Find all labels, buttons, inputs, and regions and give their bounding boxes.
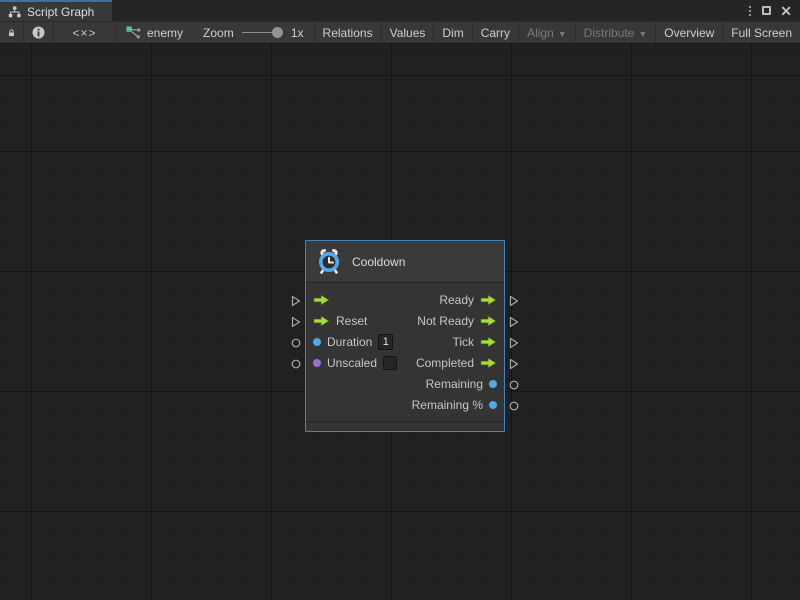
values-button[interactable]: Values [381, 22, 434, 43]
carry-button[interactable]: Carry [472, 22, 518, 43]
flow-output-not-ready[interactable]: Not Ready [417, 314, 497, 328]
align-button[interactable]: Align ▼ [518, 22, 575, 43]
window-menu-icon[interactable] [747, 4, 753, 18]
value-output-port[interactable] [508, 374, 520, 395]
values-label: Values [390, 26, 426, 40]
value-output-port[interactable] [508, 395, 520, 416]
flow-output-port[interactable] [508, 353, 520, 374]
value-port-dot [313, 338, 321, 346]
code-preview-button[interactable]: <×> [54, 22, 116, 43]
flow-input-port[interactable] [290, 311, 302, 332]
zoom-level: 1x [291, 26, 304, 40]
graph-hierarchy-icon [8, 6, 21, 18]
info-icon [32, 26, 45, 39]
port-label: Duration [327, 335, 372, 349]
port-label: Tick [452, 335, 474, 349]
port-row: Remaining [306, 373, 504, 394]
unscaled-checkbox[interactable] [383, 356, 397, 370]
graph-node-icon [126, 26, 141, 39]
port-row: Remaining % [306, 394, 504, 415]
port-label: Unscaled [327, 356, 377, 370]
dim-button[interactable]: Dim [433, 22, 471, 43]
window-controls: ✕ [747, 0, 800, 21]
value-input-port[interactable] [290, 353, 302, 374]
flow-output-ready[interactable]: Ready [439, 293, 497, 307]
chevron-down-icon: ▼ [638, 29, 647, 39]
lock-icon [8, 27, 15, 39]
zoom-slider[interactable] [242, 27, 283, 38]
port-label: Remaining [426, 377, 483, 391]
flow-output-port[interactable] [508, 311, 520, 332]
port-label: Remaining % [412, 398, 483, 412]
node-title: Cooldown [352, 255, 405, 269]
value-input-unscaled[interactable]: Unscaled [313, 356, 397, 370]
flow-input-invoke[interactable] [313, 294, 330, 306]
flow-arrow-icon [480, 336, 497, 348]
port-row: Unscaled Completed [306, 352, 504, 373]
graph-toolbar: <×> enemy Zoom 1x Relations Values Dim C… [0, 21, 800, 44]
flow-arrow-icon [480, 294, 497, 306]
relations-button[interactable]: Relations [314, 22, 381, 43]
full-screen-button[interactable]: Full Screen [722, 22, 800, 43]
port-row: Reset Not Ready [306, 310, 504, 331]
graph-canvas[interactable]: Cooldown Ready Reset [0, 44, 800, 600]
breadcrumb-root-enemy[interactable]: enemy [116, 22, 193, 43]
dim-label: Dim [442, 26, 463, 40]
script-graph-window: Script Graph ✕ <×> [0, 0, 800, 600]
flow-output-port[interactable] [508, 332, 520, 353]
value-port-dot [313, 359, 321, 367]
breadcrumb-label: enemy [147, 26, 183, 40]
flow-arrow-icon [313, 315, 330, 327]
value-port-dot [489, 401, 497, 409]
distribute-button[interactable]: Distribute ▼ [575, 22, 656, 43]
align-label: Align [527, 26, 554, 40]
port-label: Reset [336, 314, 367, 328]
node-footer [306, 421, 504, 431]
overview-button[interactable]: Overview [655, 22, 722, 43]
info-button[interactable] [24, 22, 54, 43]
value-input-port[interactable] [290, 332, 302, 353]
maximize-icon[interactable] [762, 6, 771, 15]
overview-label: Overview [664, 26, 714, 40]
value-input-duration[interactable]: Duration 1 [313, 334, 393, 350]
duration-value-field[interactable]: 1 [378, 334, 393, 350]
lock-button[interactable] [0, 22, 24, 43]
flow-arrow-icon [313, 294, 330, 306]
relations-label: Relations [323, 26, 373, 40]
value-output-remaining[interactable]: Remaining [426, 377, 497, 391]
value-output-remaining-pct[interactable]: Remaining % [412, 398, 497, 412]
port-label: Completed [416, 356, 474, 370]
external-input-ports [290, 290, 302, 374]
distribute-label: Distribute [584, 26, 635, 40]
close-icon[interactable]: ✕ [780, 4, 792, 18]
port-row: Duration 1 Tick [306, 331, 504, 352]
code-preview-label: <×> [72, 26, 96, 40]
flow-arrow-icon [480, 315, 497, 327]
tab-script-graph[interactable]: Script Graph [0, 0, 112, 21]
port-row: Ready [306, 289, 504, 310]
zoom-control: Zoom 1x [193, 22, 314, 43]
flow-input-port[interactable] [290, 290, 302, 311]
alarm-clock-icon [316, 249, 342, 275]
flow-arrow-icon [480, 357, 497, 369]
chevron-down-icon: ▼ [558, 29, 567, 39]
node-body: Ready Reset Not Ready [306, 283, 504, 421]
flow-input-reset[interactable]: Reset [313, 314, 367, 328]
flow-output-completed[interactable]: Completed [416, 356, 497, 370]
full-screen-label: Full Screen [731, 26, 792, 40]
value-port-dot [489, 380, 497, 388]
port-label: Not Ready [417, 314, 474, 328]
titlebar: Script Graph ✕ [0, 0, 800, 21]
flow-output-tick[interactable]: Tick [452, 335, 497, 349]
port-label: Ready [439, 293, 474, 307]
node-header[interactable]: Cooldown [306, 241, 504, 283]
zoom-slider-handle[interactable] [272, 27, 283, 38]
zoom-label: Zoom [203, 26, 234, 40]
external-output-ports [508, 290, 520, 416]
carry-label: Carry [481, 26, 510, 40]
tab-label: Script Graph [27, 5, 94, 19]
flow-output-port[interactable] [508, 290, 520, 311]
cooldown-node[interactable]: Cooldown Ready Reset [305, 240, 505, 432]
